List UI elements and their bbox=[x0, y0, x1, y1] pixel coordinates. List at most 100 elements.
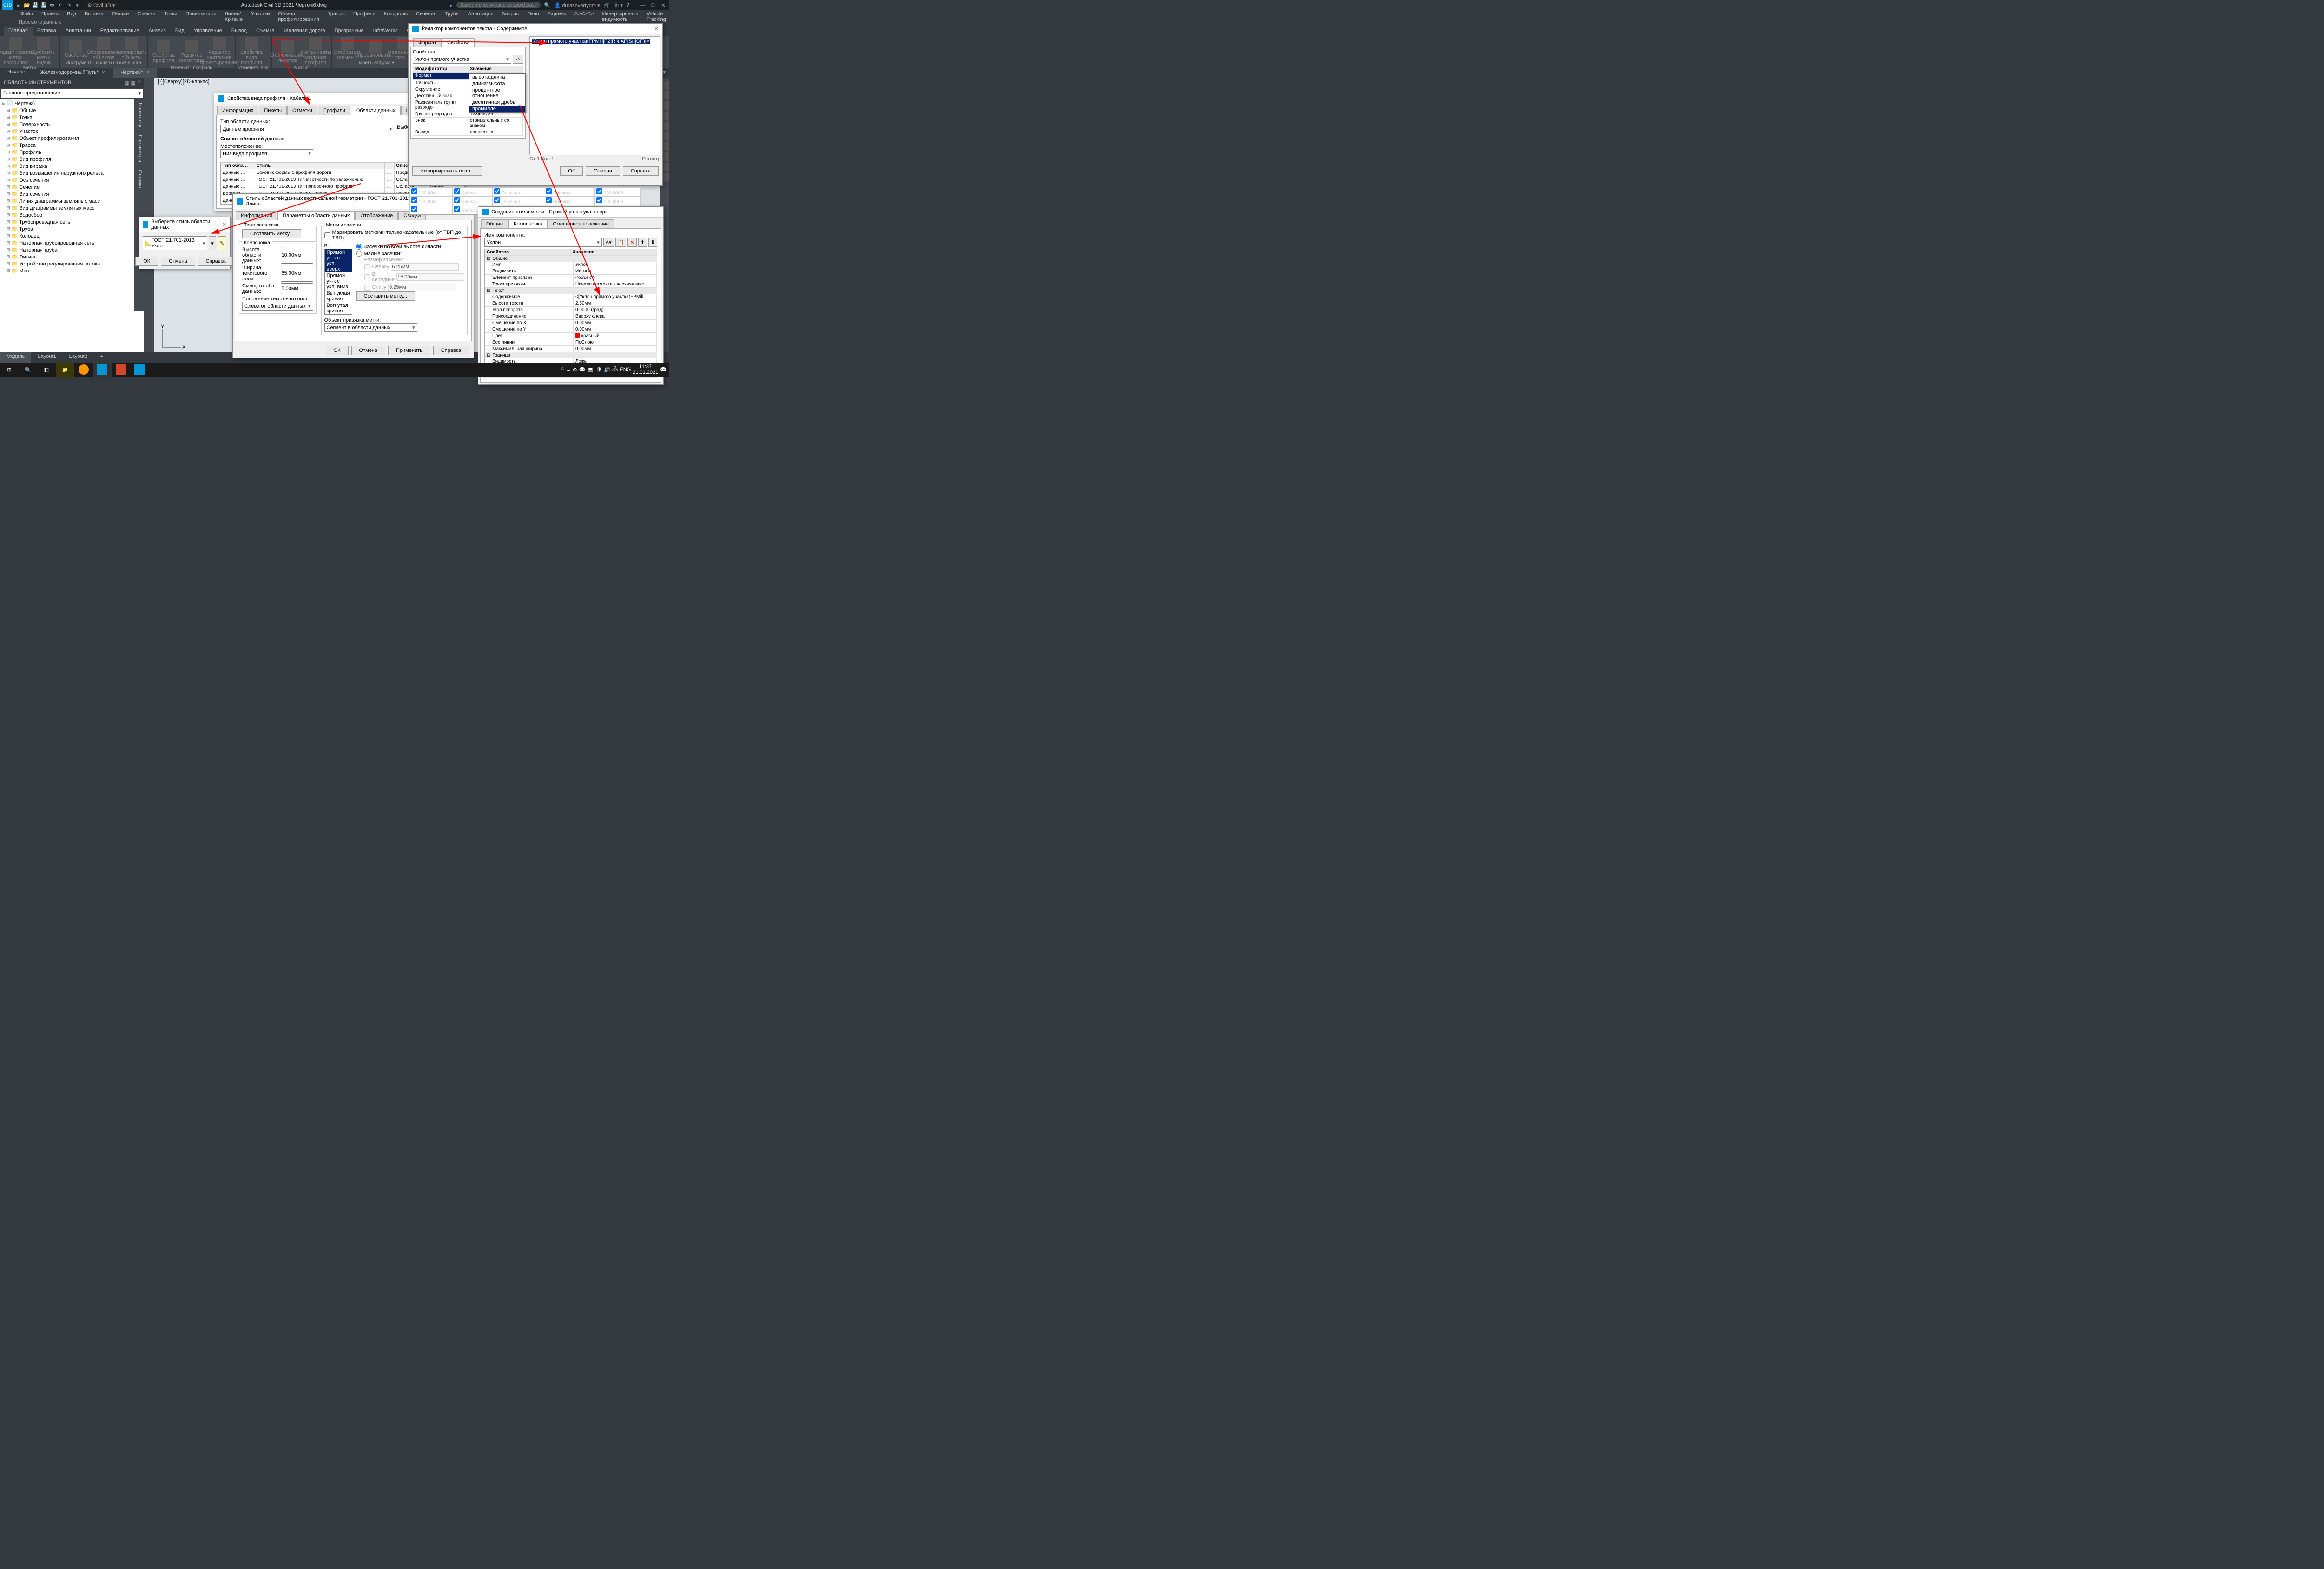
tree-item[interactable]: 📁 Поверхность bbox=[1, 121, 133, 128]
tree-item[interactable]: 📁 Фитинг bbox=[1, 253, 133, 260]
qat-save-icon[interactable]: 💾 bbox=[32, 1, 39, 9]
property-row[interactable]: Элемент привязки<объект> bbox=[485, 275, 657, 281]
import-text-button[interactable]: Импортировать текст... bbox=[412, 166, 482, 176]
property-row[interactable]: Цвет красный bbox=[485, 333, 657, 339]
ribbon-tab[interactable]: Вывод bbox=[227, 27, 251, 36]
справка-button[interactable]: Справка bbox=[198, 257, 234, 266]
ribbon-tab[interactable]: Аннотации bbox=[61, 27, 96, 36]
tree-item[interactable]: 📁 Устройство регулирования потока bbox=[1, 260, 133, 267]
close-icon[interactable]: ✕ bbox=[222, 222, 226, 228]
tree-item[interactable]: 📁 Напорная труба bbox=[1, 246, 133, 253]
property-row[interactable]: Смещение по Y0.00мм bbox=[485, 326, 657, 333]
property-row[interactable]: Смещение по X0.00мм bbox=[485, 320, 657, 326]
ribbon-button[interactable]: Изолировать объекты bbox=[119, 37, 145, 60]
tree-item[interactable]: 📁 Объект профилирования bbox=[1, 135, 133, 142]
at-listbox[interactable]: Прямой уч-к с укл. вверхПрямой уч-к с ук… bbox=[324, 249, 352, 315]
tick-bot-checkbox[interactable]: Снизу bbox=[364, 283, 464, 291]
layout-tab[interactable]: Layout1 bbox=[31, 352, 62, 363]
list-item[interactable]: Прямой уч-к с укл. вверх bbox=[325, 249, 352, 272]
property-row[interactable]: Вес линииПоСлою bbox=[485, 339, 657, 346]
tray-icon[interactable]: ⚙ bbox=[573, 367, 577, 373]
text-position-combo[interactable]: Слева от области данных▾ bbox=[242, 302, 313, 311]
full-ticks-radio[interactable]: Засечки по всей высоте области bbox=[356, 243, 464, 250]
dropdown-item[interactable]: процентное отношение bbox=[469, 87, 525, 99]
qat-more-icon[interactable]: ▾ bbox=[73, 1, 81, 9]
tray-icon[interactable]: 💬 bbox=[579, 367, 586, 373]
ок-button[interactable]: ОК bbox=[135, 257, 158, 266]
отмена-button[interactable]: Отмена bbox=[586, 166, 620, 176]
style-combo[interactable]: 📐ГОСТ 21.701-2013 Укло▾ bbox=[143, 236, 207, 250]
tree-item[interactable]: 📁 Вид диаграммы земляных масс bbox=[1, 205, 133, 212]
ribbon-button[interactable]: Редактировать метки профилей bbox=[3, 37, 29, 66]
menu-профили[interactable]: Профили bbox=[350, 10, 379, 20]
app-menu-icon[interactable]: Ⓐ ▾ bbox=[614, 1, 623, 9]
tray-icon[interactable]: ☁ bbox=[566, 367, 571, 373]
property-row[interactable]: Угол поворота0.0000 (град) bbox=[485, 307, 657, 313]
dialog-tab[interactable]: Свойства bbox=[442, 38, 475, 47]
mark-tangents-checkbox[interactable]: Маркировать метками только касательные (… bbox=[324, 229, 465, 241]
copy-component-button[interactable]: 📋 bbox=[615, 238, 627, 247]
list-item[interactable]: Прямой уч-к с укл. вниз bbox=[325, 272, 352, 290]
label-property-grid[interactable]: СвойствоЗначение ОбщиеИмяУклонВидимостьИ… bbox=[484, 249, 657, 378]
user-menu[interactable]: 👤 durasovartyom ▾ bbox=[554, 2, 600, 8]
tree-item[interactable]: 📁 Точка bbox=[1, 114, 133, 121]
order-down-button[interactable]: ⬇ bbox=[648, 238, 657, 247]
menu-инвертировать видимость[interactable]: Инвертировать видимость bbox=[598, 10, 641, 20]
property-category[interactable]: Общие bbox=[485, 256, 657, 262]
toolspace-vtab[interactable]: Навигатор bbox=[134, 99, 144, 131]
tick-top-checkbox[interactable]: Сверху bbox=[364, 263, 464, 271]
help-icon[interactable]: ? bbox=[627, 2, 629, 8]
delete-component-button[interactable]: ✕ bbox=[627, 238, 636, 247]
toolspace-icon-3[interactable]: ? bbox=[138, 80, 140, 86]
property-row[interactable]: ВидимостьИстина bbox=[485, 268, 657, 275]
dialog-tab[interactable]: Формат bbox=[413, 38, 442, 47]
dialog-tab[interactable]: Информация bbox=[236, 211, 277, 220]
band-height-input[interactable] bbox=[281, 247, 313, 264]
tray-chevron-icon[interactable]: ^ bbox=[561, 367, 564, 372]
справка-button[interactable]: Справка bbox=[433, 346, 469, 355]
dialog-tab[interactable]: Отметки bbox=[287, 106, 317, 115]
ribbon-tab[interactable]: Вид bbox=[171, 27, 189, 36]
dialog-tab[interactable]: Информация bbox=[217, 106, 258, 115]
compose-label-button-2[interactable]: Составить метку... bbox=[356, 291, 415, 301]
menu-a>v>c>[interactable]: A>V>C> bbox=[571, 10, 598, 20]
ribbon-tab[interactable]: Управление bbox=[189, 27, 227, 36]
tray-network-icon[interactable]: 🖧 bbox=[612, 365, 618, 374]
dialog-tab[interactable]: Области данных bbox=[351, 106, 401, 115]
dialog-tab[interactable]: Компоновка bbox=[508, 219, 547, 228]
tray-icon[interactable]: 🛡 bbox=[595, 367, 602, 373]
property-row[interactable]: ПрисоединениеВверху слева bbox=[485, 313, 657, 320]
info-icon[interactable]: ▸ bbox=[450, 2, 453, 8]
menu-съемка[interactable]: Съемка bbox=[133, 10, 159, 20]
search-icon[interactable]: 🔍 bbox=[544, 2, 551, 8]
ribbon-button[interactable]: Спроецировать… bbox=[363, 40, 389, 58]
menu-окно[interactable]: Окно bbox=[523, 10, 543, 20]
menu-трассы[interactable]: Трассы bbox=[324, 10, 349, 20]
preview-area[interactable]: Уклон прямого участка(FPMill|P2|RN|AP|Sn… bbox=[529, 36, 660, 155]
offset-input[interactable] bbox=[281, 283, 313, 294]
tree-item[interactable]: 📁 Трасса bbox=[1, 142, 133, 149]
отмена-button[interactable]: Отмена bbox=[351, 346, 385, 355]
menu-общие[interactable]: Общие bbox=[108, 10, 132, 20]
dropdown-item[interactable]: высота:длина bbox=[469, 74, 525, 80]
text-width-input[interactable] bbox=[281, 265, 313, 282]
tree-item[interactable]: 📁 Профиль bbox=[1, 149, 133, 156]
property-row[interactable]: Высота текста2.50мм bbox=[485, 300, 657, 307]
taskbar-explorer-icon[interactable]: 📁 bbox=[56, 363, 74, 377]
property-row[interactable]: ИмяУклон bbox=[485, 262, 657, 268]
property-row[interactable]: Содержимое<[Уклон прямого участка(FPMill… bbox=[485, 294, 657, 300]
taskbar-powerpoint-icon[interactable] bbox=[112, 363, 130, 377]
menu-точки[interactable]: Точки bbox=[160, 10, 181, 20]
menu-линии/кривые[interactable]: Линии/Кривые bbox=[221, 10, 247, 20]
band-type-combo[interactable]: Данные профиля▾ bbox=[220, 125, 394, 133]
ribbon-button[interactable]: Редактор критериев проектирования bbox=[206, 37, 232, 66]
tree-item[interactable]: 📁 Напорная трубопроводная сеть bbox=[1, 239, 133, 246]
ribbon-button[interactable]: Обозреватель объектов bbox=[91, 37, 117, 60]
tree-item[interactable]: 📁 Водосбор bbox=[1, 212, 133, 218]
taskbar-civil3d-icon[interactable] bbox=[93, 363, 112, 377]
ribbon-button[interactable]: Добавить метки видов bbox=[31, 37, 57, 66]
toolspace-vtab[interactable]: Параметры bbox=[134, 131, 144, 166]
menu-правка[interactable]: Правка bbox=[38, 10, 62, 20]
menu-поверхности[interactable]: Поверхности bbox=[182, 10, 220, 20]
taskbar-firefox-icon[interactable] bbox=[74, 363, 93, 377]
